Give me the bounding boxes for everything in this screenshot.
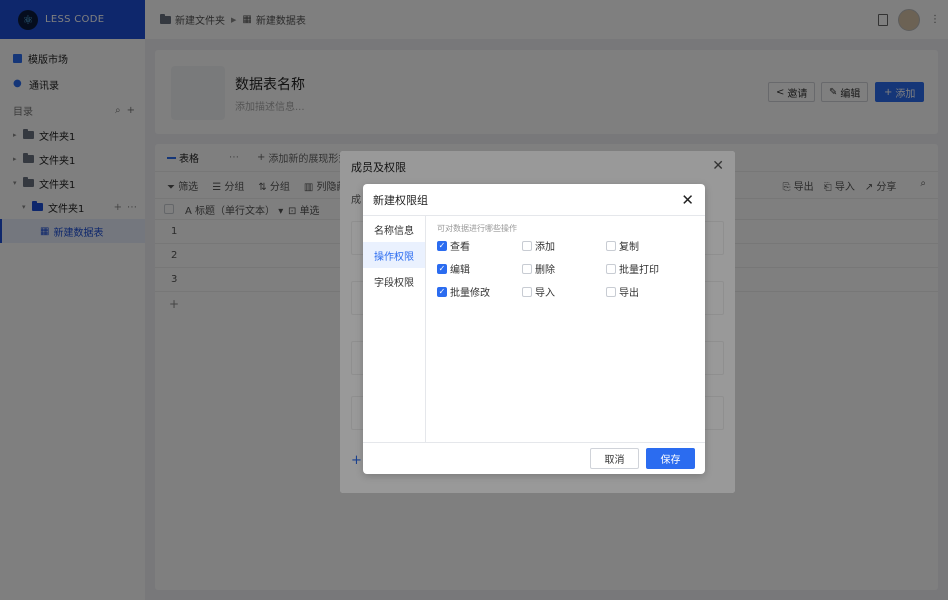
permission-batch-print-checkbox[interactable]: 批量打印 <box>606 261 690 276</box>
checkbox[interactable] <box>522 286 532 297</box>
permission-copy-checkbox[interactable]: 复制 <box>606 238 690 253</box>
permission-add-checkbox[interactable]: 添加 <box>522 238 606 253</box>
close-icon[interactable]: ✕ <box>681 191 694 209</box>
cancel-button[interactable]: 取消 <box>590 448 639 469</box>
new-permission-group-modal: 新建权限组 ✕ 名称信息 操作权限 字段权限 可对数据进行哪些操作 ✓ 查看 添加… <box>363 184 705 474</box>
nav-item-operation-permissions[interactable]: 操作权限 <box>363 242 425 268</box>
checkbox[interactable] <box>522 263 532 274</box>
checkbox[interactable]: ✓ <box>437 286 447 297</box>
checkbox[interactable] <box>606 263 616 274</box>
permissions-hint: 可对数据进行哪些操作 <box>437 224 517 233</box>
permission-export-checkbox[interactable]: 导出 <box>606 284 690 299</box>
operation-permissions-panel: 可对数据进行哪些操作 ✓ 查看 添加 复制 ✓ 编辑 删除 批量打印 ✓ 批量修改 导… <box>427 216 705 442</box>
checkbox[interactable]: ✓ <box>437 240 447 251</box>
permission-nav: 名称信息 操作权限 字段权限 <box>363 216 426 442</box>
permission-import-checkbox[interactable]: 导入 <box>522 284 606 299</box>
permission-label: 编辑 <box>450 265 470 276</box>
permission-label: 批量修改 <box>450 288 490 299</box>
save-button[interactable]: 保存 <box>646 448 695 469</box>
permission-label: 查看 <box>450 242 470 253</box>
permission-edit-checkbox[interactable]: ✓ 编辑 <box>437 261 522 276</box>
checkbox[interactable] <box>606 286 616 297</box>
permission-label: 导出 <box>619 288 639 299</box>
permission-view-checkbox[interactable]: ✓ 查看 <box>437 238 522 253</box>
permission-label: 删除 <box>535 265 555 276</box>
modal-header: 新建权限组 <box>363 184 705 216</box>
nav-item-field-permissions[interactable]: 字段权限 <box>363 268 425 294</box>
nav-item-name-info[interactable]: 名称信息 <box>363 216 425 242</box>
permission-label: 添加 <box>535 242 555 253</box>
permission-label: 复制 <box>619 242 639 253</box>
modal-footer: 取消 保存 <box>363 442 705 474</box>
permission-label: 批量打印 <box>619 265 659 276</box>
modal-title: 新建权限组 <box>373 193 428 207</box>
permission-delete-checkbox[interactable]: 删除 <box>522 261 606 276</box>
checkbox[interactable]: ✓ <box>437 263 447 274</box>
checkbox[interactable] <box>522 240 532 251</box>
checkbox[interactable] <box>606 240 616 251</box>
permission-label: 导入 <box>535 288 555 299</box>
permission-checkbox-grid: ✓ 查看 添加 复制 ✓ 编辑 删除 批量打印 ✓ 批量修改 导入 导出 <box>437 238 705 299</box>
permission-batch-edit-checkbox[interactable]: ✓ 批量修改 <box>437 284 522 299</box>
